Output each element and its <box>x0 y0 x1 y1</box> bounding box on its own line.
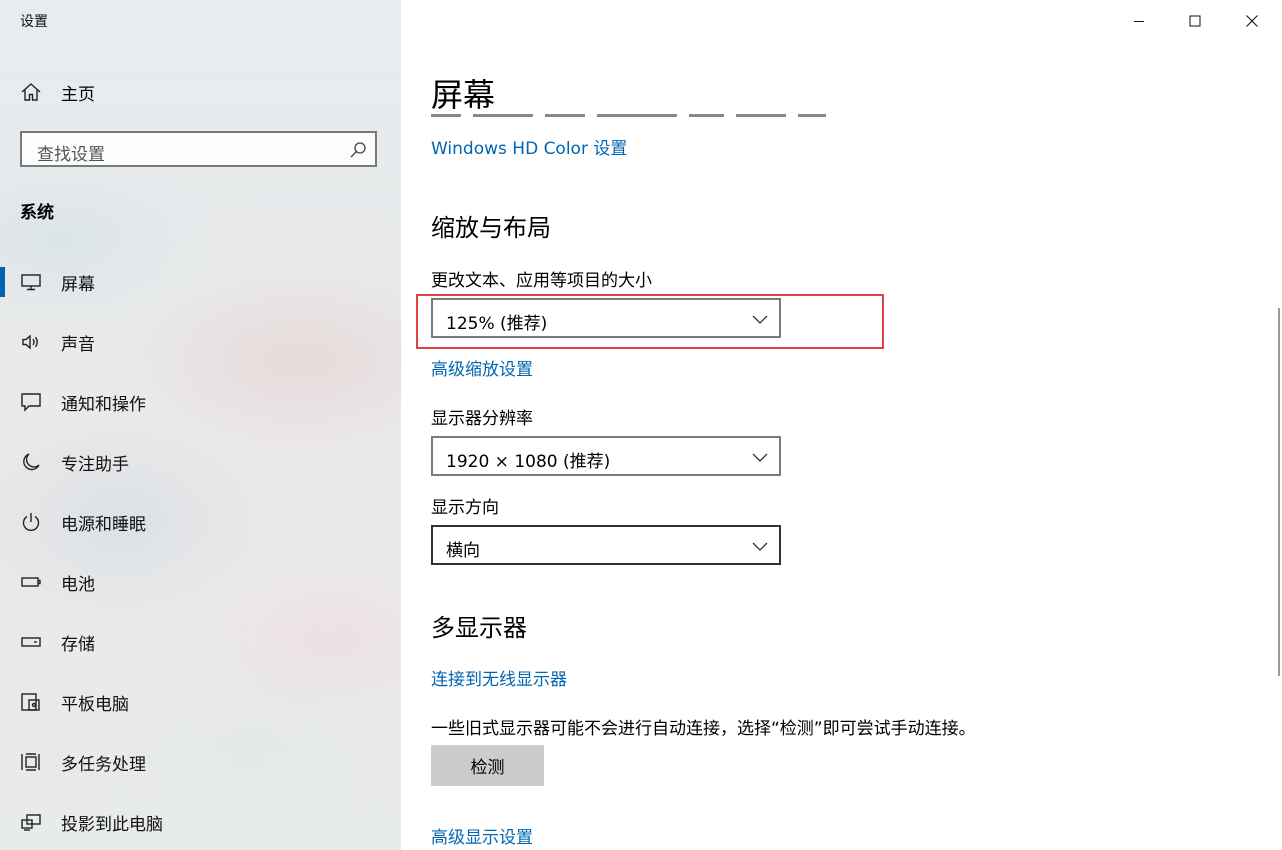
main-content: 屏幕 Windows HD Color 设置 缩放与布局 更改文本、应用等项目的… <box>401 0 1282 850</box>
sidebar-item-tablet[interactable]: 平板电脑 <box>0 672 401 732</box>
notification-icon <box>20 391 42 413</box>
chevron-down-icon <box>751 448 769 466</box>
moon-icon <box>20 451 42 473</box>
sidebar-item-sound[interactable]: 声音 <box>0 312 401 372</box>
sidebar-section-label: 系统 <box>20 203 54 223</box>
project-icon <box>20 811 42 833</box>
settings-window: 设置 主页 查找设置 系统 屏幕 声音 通知和操作 专注助手 电源和睡眠 电池 … <box>0 0 1282 850</box>
sidebar-item-label: 专注助手 <box>61 455 129 475</box>
search-input[interactable]: 查找设置 <box>20 131 377 167</box>
home-icon <box>20 81 42 103</box>
multitask-icon <box>20 751 42 773</box>
sidebar-item-label: 声音 <box>61 335 95 355</box>
scrollbar[interactable] <box>1276 0 1282 850</box>
chevron-down-icon <box>751 310 769 328</box>
speaker-icon <box>20 331 42 353</box>
app-title: 设置 <box>20 14 48 30</box>
wireless-display-link[interactable]: 连接到无线显示器 <box>431 665 567 690</box>
chevron-down-icon <box>751 537 769 555</box>
sidebar-item-power[interactable]: 电源和睡眠 <box>0 492 401 552</box>
resolution-label: 显示器分辨率 <box>431 409 533 429</box>
sidebar-item-label: 投影到此电脑 <box>61 815 163 835</box>
sidebar-item-project[interactable]: 投影到此电脑 <box>0 792 401 850</box>
scale-dropdown[interactable]: 125% (推荐) <box>431 298 781 338</box>
search-icon[interactable] <box>349 141 367 159</box>
sidebar-item-multitasking[interactable]: 多任务处理 <box>0 732 401 792</box>
detect-button[interactable]: 检测 <box>431 745 544 786</box>
sidebar: 设置 主页 查找设置 系统 屏幕 声音 通知和操作 专注助手 电源和睡眠 电池 … <box>0 0 401 850</box>
orientation-label: 显示方向 <box>431 498 499 518</box>
resolution-dropdown[interactable]: 1920 × 1080 (推荐) <box>431 436 781 476</box>
advanced-scaling-link[interactable]: 高级缩放设置 <box>431 355 533 380</box>
sidebar-item-display[interactable]: 屏幕 <box>0 252 401 312</box>
orientation-dropdown[interactable]: 横向 <box>431 525 781 565</box>
tablet-icon <box>20 691 42 713</box>
scale-section-heading: 缩放与布局 <box>431 214 551 242</box>
sidebar-item-storage[interactable]: 存储 <box>0 612 401 672</box>
resolution-value: 1920 × 1080 (推荐) <box>446 452 611 472</box>
sidebar-item-label: 电源和睡眠 <box>61 515 146 535</box>
hd-color-link[interactable]: Windows HD Color 设置 <box>431 134 627 159</box>
multi-display-description: 一些旧式显示器可能不会进行自动连接，选择“检测”即可尝试手动连接。 <box>431 719 976 739</box>
multi-display-heading: 多显示器 <box>431 614 527 642</box>
storage-icon <box>20 631 42 653</box>
faded-text-line <box>431 110 871 120</box>
scale-value: 125% (推荐) <box>446 314 548 334</box>
sidebar-item-focus-assist[interactable]: 专注助手 <box>0 432 401 492</box>
sidebar-item-label: 平板电脑 <box>61 695 129 715</box>
size-label: 更改文本、应用等项目的大小 <box>431 271 652 291</box>
orientation-value: 横向 <box>446 541 480 561</box>
sidebar-item-battery[interactable]: 电池 <box>0 552 401 612</box>
battery-icon <box>20 571 42 593</box>
monitor-icon <box>20 271 42 293</box>
advanced-display-link[interactable]: 高级显示设置 <box>431 823 533 848</box>
sidebar-home-label: 主页 <box>61 84 95 105</box>
sidebar-item-notifications[interactable]: 通知和操作 <box>0 372 401 432</box>
sidebar-item-label: 通知和操作 <box>61 395 146 415</box>
sidebar-item-home[interactable]: 主页 <box>20 78 95 106</box>
sidebar-item-label: 屏幕 <box>61 275 95 295</box>
scrollbar-thumb[interactable] <box>1278 308 1280 676</box>
sidebar-item-label: 电池 <box>61 575 95 595</box>
power-icon <box>20 511 42 533</box>
sidebar-nav: 屏幕 声音 通知和操作 专注助手 电源和睡眠 电池 存储 平板电脑 多任务处理 … <box>0 252 401 850</box>
active-indicator <box>0 267 5 297</box>
sidebar-item-label: 存储 <box>61 635 95 655</box>
search-placeholder: 查找设置 <box>37 145 105 165</box>
sidebar-item-label: 多任务处理 <box>61 755 146 775</box>
